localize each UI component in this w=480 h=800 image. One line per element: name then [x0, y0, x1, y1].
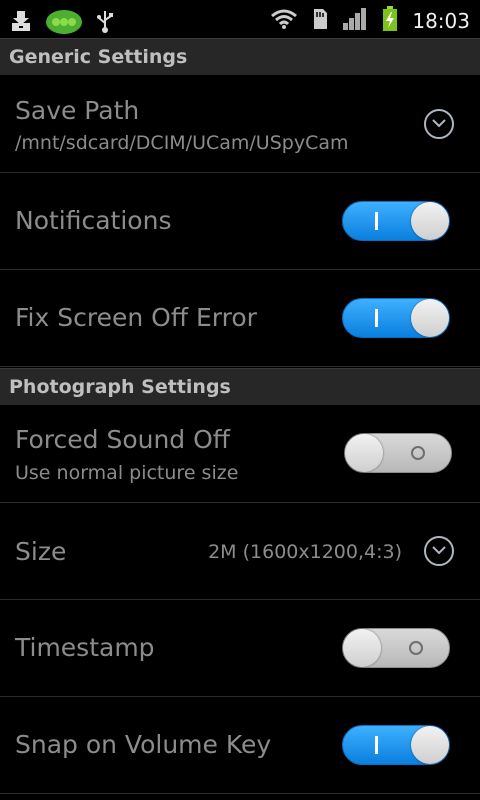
status-bar: 18:03: [0, 0, 480, 38]
setting-forced-sound-off[interactable]: Forced Sound Off Use normal picture size: [0, 405, 480, 503]
setting-fix-screen-off[interactable]: Fix Screen Off Error: [0, 270, 480, 367]
setting-title: Notifications: [15, 206, 172, 235]
setting-summary: Use normal picture size: [15, 462, 239, 484]
forced-sound-off-toggle[interactable]: [344, 433, 452, 473]
download-icon: [10, 9, 32, 37]
section-header-photograph: Photograph Settings: [0, 368, 480, 405]
toggle-knob: [343, 629, 381, 667]
timestamp-toggle[interactable]: [342, 628, 450, 668]
fix-screen-off-toggle[interactable]: [342, 298, 450, 338]
app-peapod-icon: [44, 6, 84, 40]
setting-size[interactable]: Size 2M (1600x1200,4:3): [0, 503, 480, 600]
setting-title: Save Path: [15, 96, 140, 125]
section-header-generic: Generic Settings: [0, 38, 480, 75]
toggle-knob: [345, 434, 383, 472]
setting-snap-volume-key[interactable]: Snap on Volume Key: [0, 697, 480, 794]
notifications-toggle[interactable]: [342, 201, 450, 241]
snap-volume-key-toggle[interactable]: [342, 725, 450, 765]
setting-notifications[interactable]: Notifications: [0, 173, 480, 270]
sd-card-icon: [312, 7, 328, 35]
on-mark-icon: [375, 736, 378, 754]
signal-icon: [342, 7, 368, 35]
toggle-knob: [411, 299, 449, 337]
chevron-down-icon[interactable]: [424, 536, 454, 566]
setting-value: 2M (1600x1200,4:3): [208, 541, 402, 563]
battery-charging-icon: [382, 6, 398, 36]
off-mark-icon: [409, 641, 423, 655]
setting-summary: /mnt/sdcard/DCIM/UCam/USpyCam: [15, 132, 349, 154]
setting-timestamp[interactable]: Timestamp: [0, 600, 480, 697]
setting-title: Size: [15, 537, 67, 566]
on-mark-icon: [375, 309, 378, 327]
setting-title: Forced Sound Off: [15, 425, 231, 454]
toggle-knob: [411, 202, 449, 240]
off-mark-icon: [411, 446, 425, 460]
usb-icon: [96, 9, 114, 37]
chevron-down-icon[interactable]: [424, 109, 454, 139]
setting-save-path[interactable]: Save Path /mnt/sdcard/DCIM/UCam/USpyCam: [0, 75, 480, 173]
on-mark-icon: [375, 212, 378, 230]
wifi-icon: [270, 8, 298, 34]
setting-title: Timestamp: [15, 633, 155, 662]
clock: 18:03: [412, 9, 470, 33]
setting-title: Fix Screen Off Error: [15, 303, 257, 332]
setting-title: Snap on Volume Key: [15, 730, 272, 759]
toggle-knob: [411, 726, 449, 764]
